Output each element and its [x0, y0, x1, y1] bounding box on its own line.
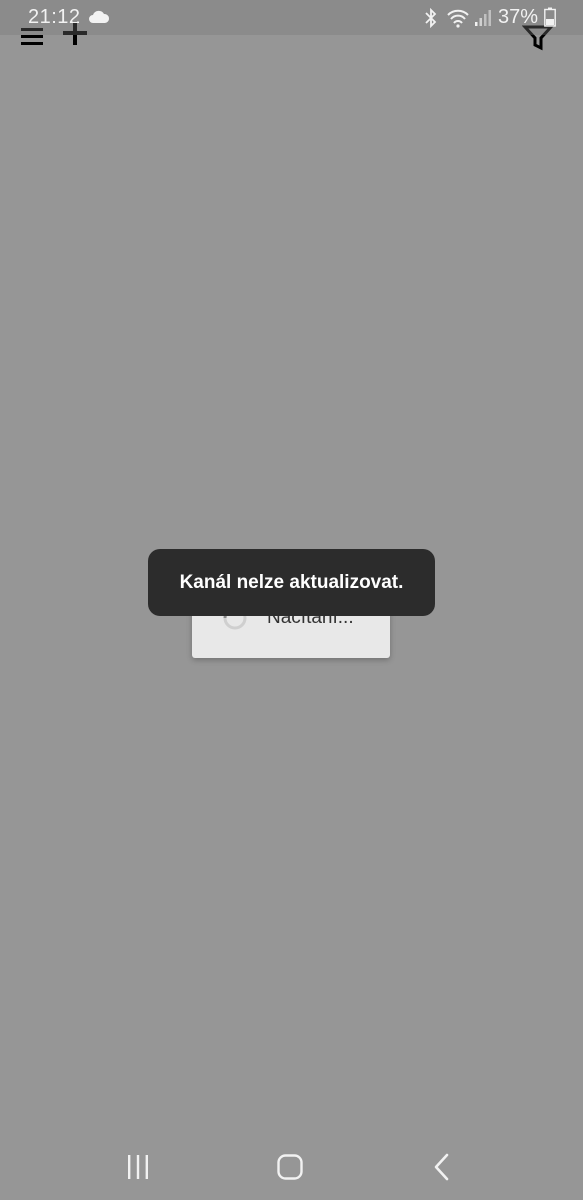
wifi-icon [447, 9, 469, 28]
cloud-icon [89, 10, 110, 23]
bluetooth-icon [425, 8, 437, 28]
battery-percentage: 37% [498, 6, 539, 28]
toast-text: Kanál nelze aktualizovat. [179, 571, 404, 593]
recents-icon[interactable] [124, 1154, 152, 1180]
battery-icon [544, 7, 556, 27]
back-icon[interactable] [430, 1152, 454, 1182]
navigation-bar [0, 1130, 583, 1200]
toast-message: Kanál nelze aktualizovat. [148, 549, 435, 616]
home-icon[interactable] [276, 1153, 304, 1181]
signal-icon [475, 10, 491, 26]
status-bar: 21:12 37% [0, 0, 583, 35]
status-time: 21:12 [28, 6, 81, 28]
